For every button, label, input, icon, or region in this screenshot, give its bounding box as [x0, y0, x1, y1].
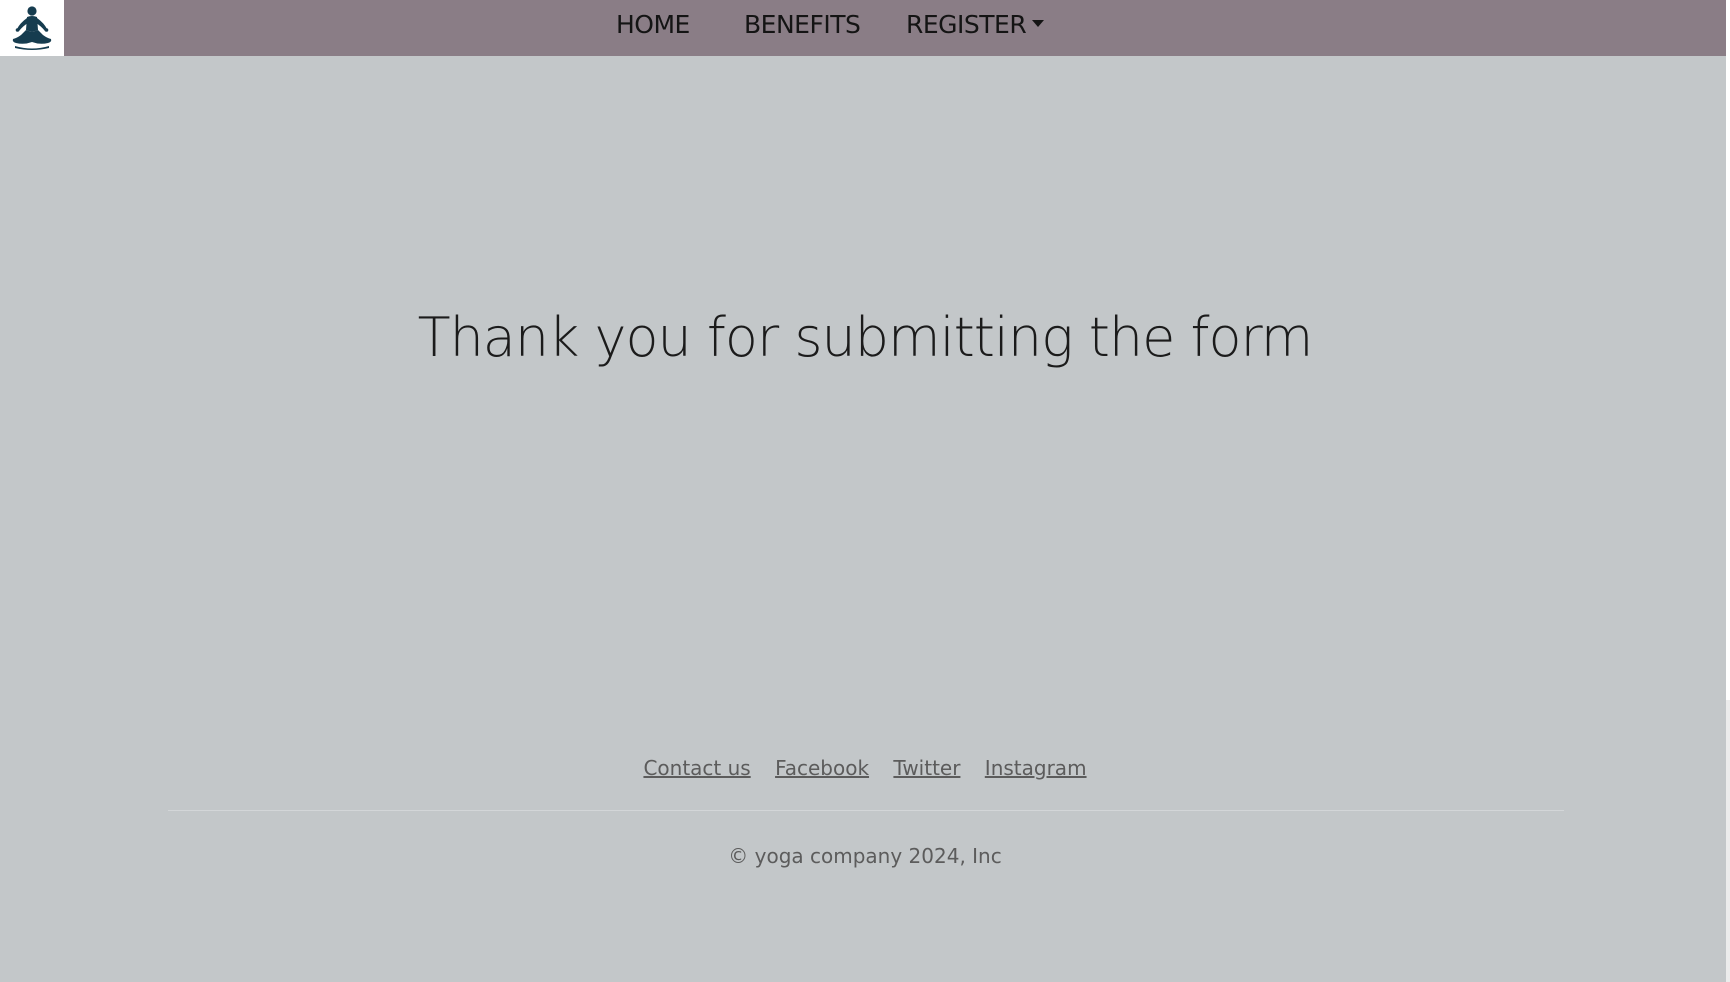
confirmation-message: Thank you for submitting the form: [417, 306, 1314, 369]
footer-link-twitter[interactable]: Twitter: [893, 756, 960, 780]
footer-links: Contact us Facebook Twitter Instagram: [0, 752, 1730, 784]
nav-item-register-label: REGISTER: [906, 10, 1027, 39]
footer-link-instagram[interactable]: Instagram: [985, 756, 1087, 780]
footer-link-facebook[interactable]: Facebook: [775, 756, 869, 780]
nav-item-home-label: HOME: [616, 10, 690, 39]
nav-menu: HOME BENEFITS REGISTER: [0, 0, 1726, 56]
nav-item-benefits-label: BENEFITS: [744, 10, 861, 39]
footer-divider: [168, 810, 1564, 811]
copyright-text: © yoga company 2024, Inc: [728, 844, 1002, 868]
top-navbar: HOME BENEFITS REGISTER: [0, 0, 1726, 56]
caret-down-icon: [1032, 19, 1045, 27]
nav-item-register-dropdown[interactable]: REGISTER: [906, 8, 1045, 42]
nav-item-home[interactable]: HOME: [616, 8, 690, 42]
nav-item-benefits[interactable]: BENEFITS: [744, 8, 861, 42]
footer-link-contact-us[interactable]: Contact us: [643, 756, 750, 780]
page: HOME BENEFITS REGISTER Thank you for sub…: [0, 0, 1730, 982]
